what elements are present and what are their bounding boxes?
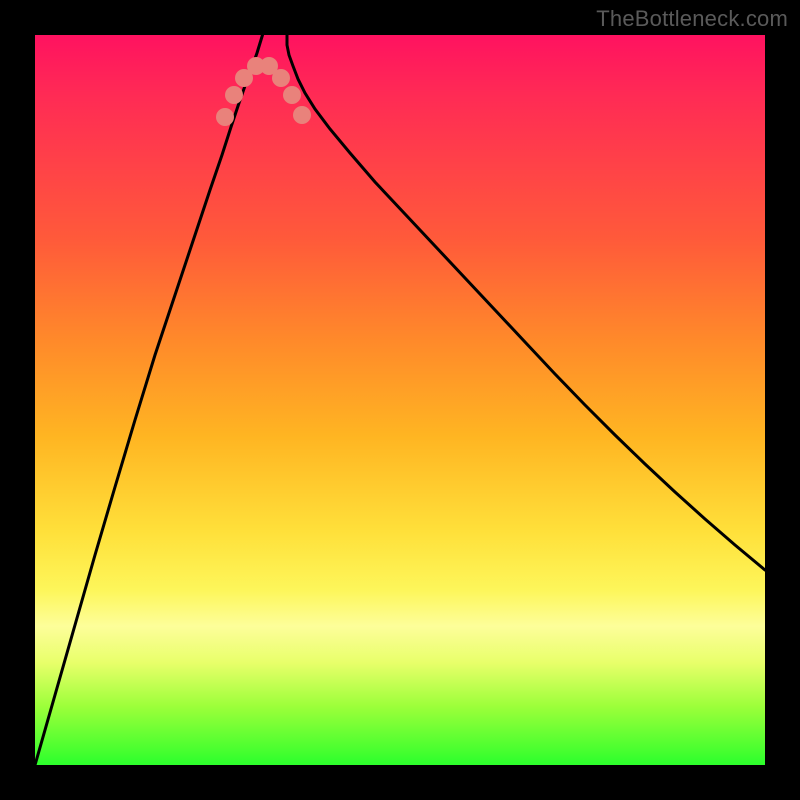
plot-area — [35, 35, 765, 765]
valley-dot — [216, 108, 234, 126]
valley-dot — [225, 86, 243, 104]
left-curve — [35, 35, 263, 765]
valley-dot — [293, 106, 311, 124]
watermark-text: TheBottleneck.com — [596, 6, 788, 32]
right-curve — [287, 35, 765, 570]
valley-dot — [283, 86, 301, 104]
valley-dots — [216, 57, 311, 126]
outer-frame: TheBottleneck.com — [0, 0, 800, 800]
valley-dot — [272, 69, 290, 87]
curve-svg — [35, 35, 765, 765]
